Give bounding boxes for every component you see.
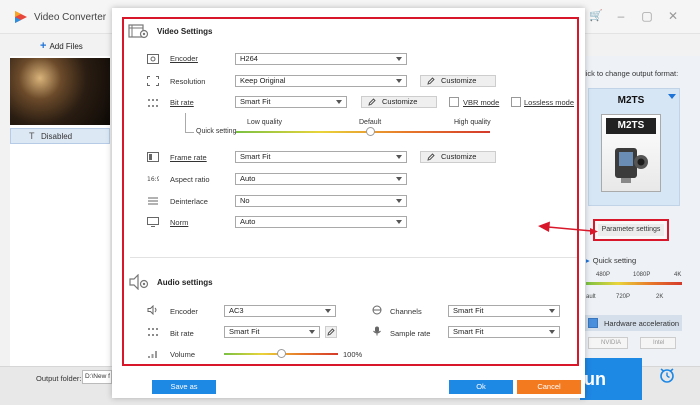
nvidia-badge[interactable]: NVIDIA [588,337,628,349]
cart-icon[interactable]: 🛒 [589,9,603,22]
hardware-acceleration-row[interactable]: Hardware acceleration [582,315,682,331]
quick-setting-title: ▸ Quick setting [586,256,637,265]
parameter-settings-button[interactable]: Parameter settings [593,219,669,241]
run-button[interactable]: un [580,358,642,400]
quick-setting-bar[interactable] [586,282,682,285]
intel-badge[interactable]: Intel [640,337,676,349]
ok-button[interactable]: Ok [449,380,513,394]
cancel-button[interactable]: Cancel [517,380,581,394]
video-thumbnail[interactable] [10,58,110,125]
output-folder-field[interactable]: D:\New f [82,370,112,384]
text-track-icon: T [29,131,35,141]
maximize-icon[interactable]: ▢ [638,8,656,24]
app-logo-icon [15,11,27,23]
format-box-label: M2TS [606,118,656,134]
format-name: M2TS [617,95,645,106]
alarm-clock-icon[interactable] [658,366,676,384]
subtitle-track-row[interactable]: T Disabled [10,128,110,144]
save-as-button[interactable]: Save as [152,380,216,394]
plus-icon: + [40,40,47,52]
hardware-acceleration-checkbox[interactable] [588,318,598,328]
add-files-button[interactable]: + Add Files [40,40,83,52]
annotation-arrow-icon [538,221,598,235]
quick-setting-icon: ▸ [586,256,590,265]
output-folder-label: Output folder: [36,374,82,383]
close-icon[interactable]: ✕ [664,8,682,24]
app-title: Video Converter [34,12,107,23]
settings-highlight-frame [122,17,579,366]
camcorder-icon [615,148,648,183]
format-dropdown-icon[interactable] [668,94,676,99]
format-hint: lick to change output format: [584,69,679,78]
minimize-icon[interactable]: – [612,8,630,24]
